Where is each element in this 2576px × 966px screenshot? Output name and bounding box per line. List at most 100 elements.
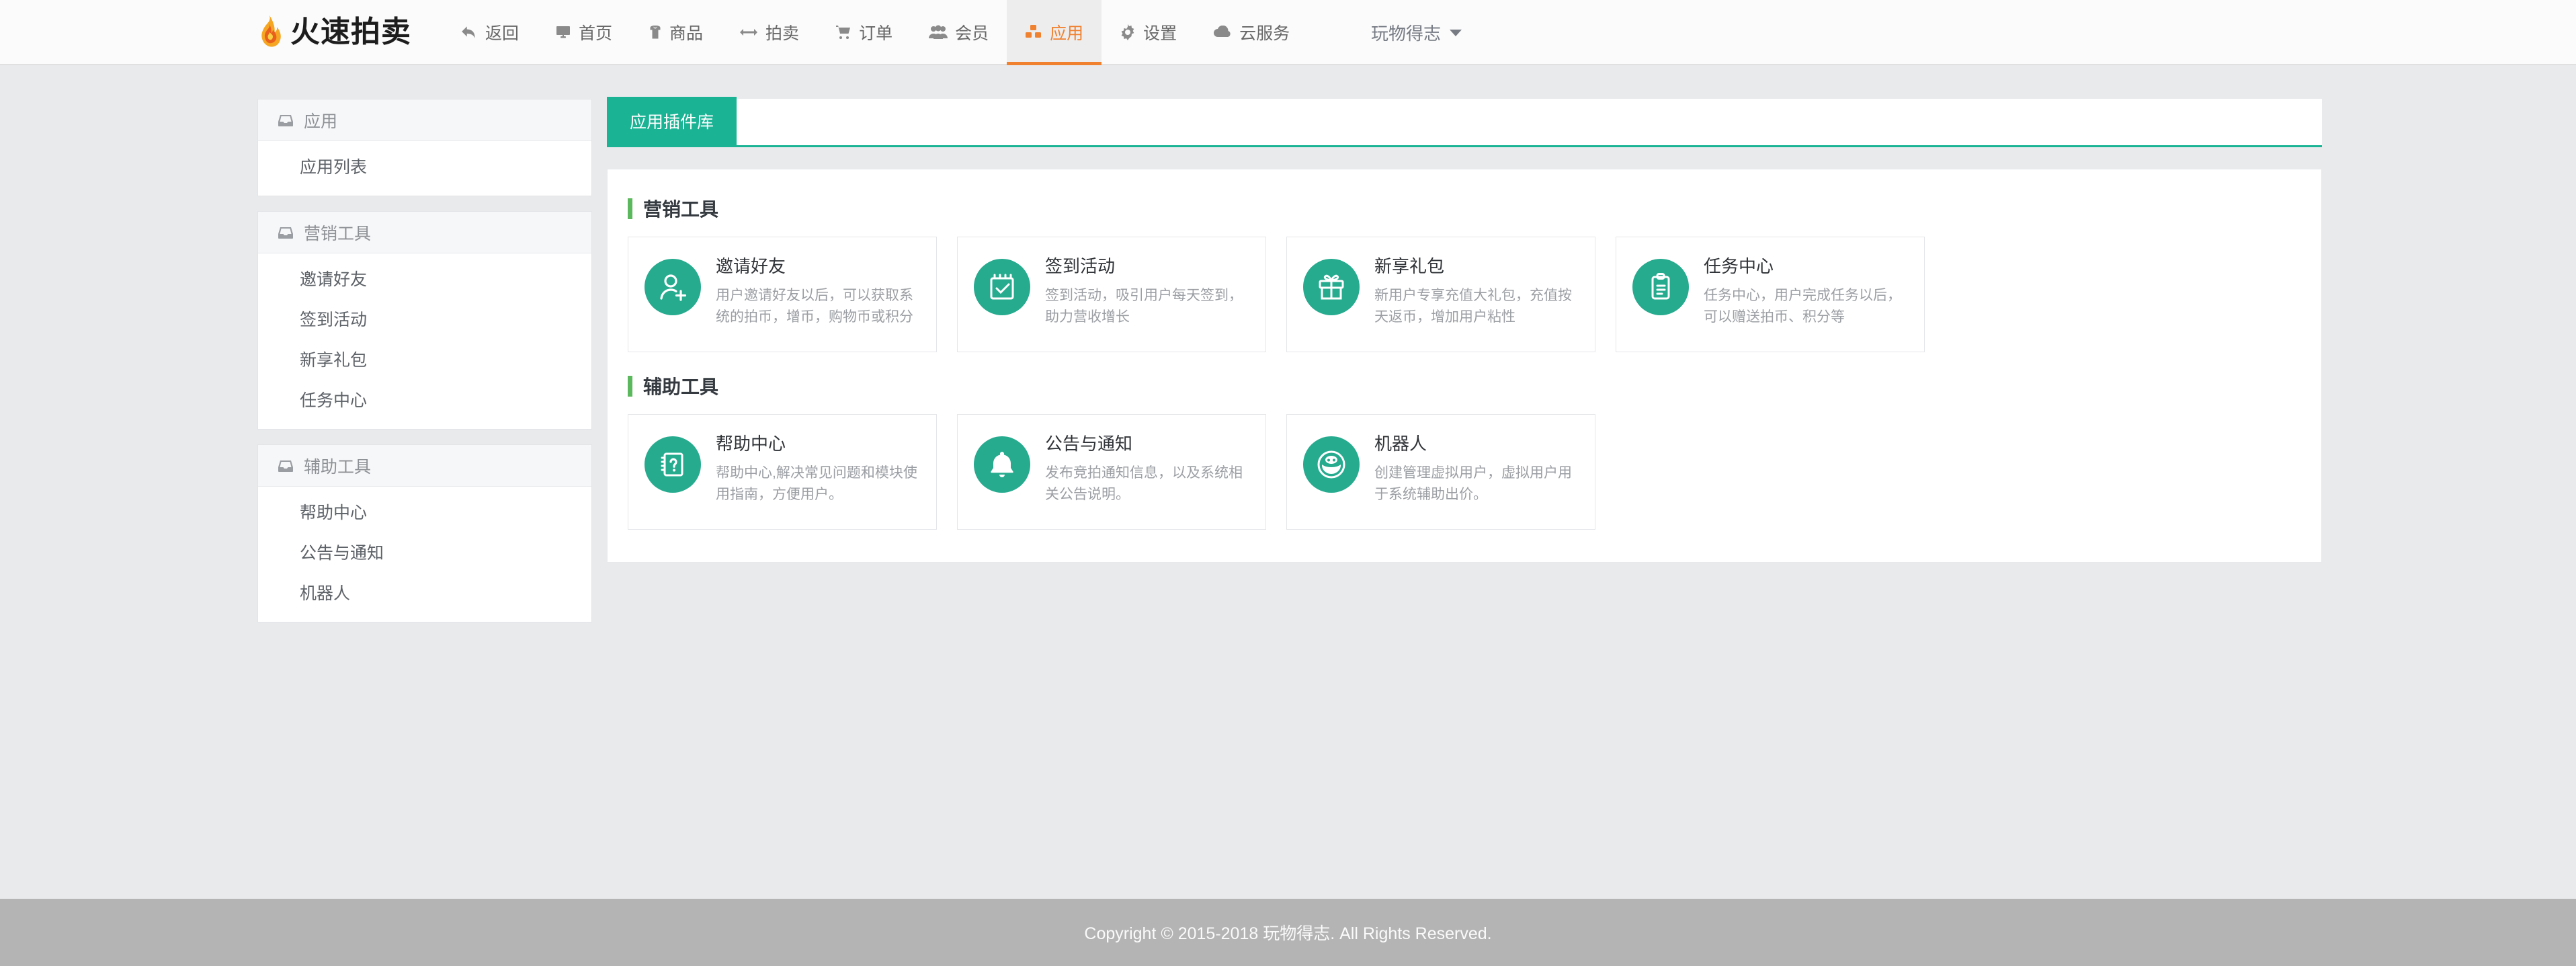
app-card-announcements[interactable]: 公告与通知 发布竞拍通知信息，以及系统相关公告说明。 (957, 414, 1266, 530)
sidebar-group-apps: 应用 应用列表 (257, 99, 592, 196)
nav-item-goods[interactable]: 商品 (630, 0, 721, 64)
card-description: 签到活动，吸引用户每天签到，助力营收增长 (1045, 288, 1243, 325)
arrows-icon (739, 26, 758, 39)
sidebar-item-invite-friends[interactable]: 邀请好友 (258, 258, 591, 298)
app-card-newcomer-gift[interactable]: 新享礼包 新用户专享充值大礼包，充值按天返币，增加用户粘性 (1286, 237, 1595, 352)
sidebar-group-title: 营销工具 (304, 224, 372, 243)
sidebar-group-header: 应用 (258, 99, 591, 141)
page-body: 应用 应用列表 营销工具 邀请好友 签到活动 新享礼包 任务中心 辅助工具 帮助… (0, 65, 2576, 897)
nav-item-settings[interactable]: 设置 (1102, 0, 1195, 64)
sidebar-group-header: 营销工具 (258, 212, 591, 253)
card-description: 帮助中心,解决常见问题和模块使用指南，方便用户。 (716, 465, 917, 503)
nav-label: 商品 (669, 24, 704, 43)
section-title-auxiliary: 辅助工具 (628, 372, 2301, 399)
chevron-down-icon (1450, 29, 1462, 36)
sidebar-item-label: 新享礼包 (300, 351, 368, 370)
sidebar-group-auxiliary: 辅助工具 帮助中心 公告与通知 机器人 (257, 444, 592, 622)
card-body: 新享礼包 新用户专享充值大礼包，充值按天返币，增加用户粘性 (1374, 255, 1579, 328)
app-card-help-center[interactable]: 帮助中心 帮助中心,解决常见问题和模块使用指南，方便用户。 (628, 414, 937, 530)
nav-item-home[interactable]: 首页 (537, 0, 630, 64)
flame-icon (261, 15, 281, 47)
nav-label: 拍卖 (765, 24, 800, 43)
gift-icon (1303, 259, 1360, 315)
card-body: 任务中心 任务中心，用户完成任务以后，可以赠送拍币、积分等 (1704, 255, 1908, 328)
card-title: 新享礼包 (1374, 256, 1445, 276)
tab-label: 应用插件库 (630, 113, 714, 132)
nav-item-members[interactable]: 会员 (911, 0, 1007, 64)
app-card-robot[interactable]: 机器人 创建管理虚拟用户，虚拟用户用于系统辅助出价。 (1286, 414, 1595, 530)
robot-face-icon (1303, 436, 1360, 493)
sidebar-item-app-list[interactable]: 应用列表 (258, 146, 591, 186)
section-title-label: 营销工具 (643, 199, 719, 220)
nav-item-orders[interactable]: 订单 (817, 0, 911, 64)
page-footer: Copyright © 2015-2018 玩物得志. All Rights R… (0, 899, 2576, 966)
question-book-icon (645, 436, 701, 493)
sidebar-group-list: 帮助中心 公告与通知 机器人 (258, 487, 591, 622)
desktop-icon (555, 24, 571, 40)
sidebar-item-label: 帮助中心 (300, 504, 368, 522)
section-title-marketing: 营销工具 (628, 195, 2301, 222)
card-body: 公告与通知 发布竞拍通知信息，以及系统相关公告说明。 (1045, 432, 1249, 506)
card-description: 用户邀请好友以后，可以获取系统的拍币，增币，购物币或积分 (716, 288, 913, 325)
top-navigation-bar: 火速拍卖 返回 首页 商品 拍卖 订单 会员 应用 设置 云服务 玩物得志 (0, 0, 2576, 65)
card-grid-auxiliary: 帮助中心 帮助中心,解决常见问题和模块使用指南，方便用户。 公告与通知 发布竞拍… (628, 414, 2301, 530)
brand-logo[interactable]: 火速拍卖 (0, 0, 427, 64)
sidebar-item-label: 任务中心 (300, 391, 368, 410)
nav-item-auction[interactable]: 拍卖 (721, 0, 817, 64)
nav-label: 订单 (859, 24, 893, 43)
sidebar-item-label: 邀请好友 (300, 270, 368, 289)
section-title-label: 辅助工具 (643, 376, 719, 397)
inbox-icon (278, 227, 293, 239)
card-title: 公告与通知 (1045, 434, 1133, 454)
users-icon (929, 25, 948, 40)
app-library-panel: 营销工具 邀请好友 用户邀请好友以后，可以获取系统的拍币，增币，购物币或积分 签… (607, 169, 2322, 563)
card-title: 任务中心 (1704, 256, 1774, 276)
sidebar-group-list: 邀请好友 签到活动 新享礼包 任务中心 (258, 253, 591, 429)
card-description: 任务中心，用户完成任务以后，可以赠送拍币、积分等 (1704, 288, 1901, 325)
app-card-checkin[interactable]: 签到活动 签到活动，吸引用户每天签到，助力营收增长 (957, 237, 1266, 352)
sidebar-item-label: 机器人 (300, 584, 351, 603)
card-body: 帮助中心 帮助中心,解决常见问题和模块使用指南，方便用户。 (716, 432, 920, 506)
sidebar-item-label: 应用列表 (300, 158, 368, 177)
nav-label: 首页 (579, 24, 613, 43)
gear-icon (1120, 24, 1136, 40)
card-body: 签到活动 签到活动，吸引用户每天签到，助力营收增长 (1045, 255, 1249, 328)
nav-label: 设置 (1143, 24, 1177, 43)
cubes-icon (1025, 24, 1042, 40)
nav-item-apps[interactable]: 应用 (1007, 0, 1102, 65)
sidebar-item-label: 公告与通知 (300, 544, 384, 563)
sidebar-item-robot[interactable]: 机器人 (258, 572, 591, 612)
clipboard-icon (1632, 259, 1689, 315)
back-arrow-icon (460, 24, 478, 41)
main-content: 应用插件库 营销工具 邀请好友 用户邀请好友以后，可以获取系统的拍币，增币，购物… (607, 97, 2322, 563)
app-card-invite-friends[interactable]: 邀请好友 用户邀请好友以后，可以获取系统的拍币，增币，购物币或积分 (628, 237, 937, 352)
cart-icon (835, 24, 851, 40)
tab-app-plugin-library[interactable]: 应用插件库 (607, 97, 737, 145)
sidebar-item-checkin[interactable]: 签到活动 (258, 298, 591, 339)
sidebar-item-label: 签到活动 (300, 311, 368, 329)
card-description: 创建管理虚拟用户，虚拟用户用于系统辅助出价。 (1374, 465, 1572, 503)
nav-label: 返回 (485, 24, 520, 43)
shirt-icon (649, 24, 662, 40)
card-title: 邀请好友 (716, 256, 786, 276)
sidebar-group-title: 应用 (304, 112, 338, 131)
card-description: 发布竞拍通知信息，以及系统相关公告说明。 (1045, 465, 1243, 503)
inbox-icon (278, 114, 293, 126)
sidebar-group-title: 辅助工具 (304, 457, 372, 477)
card-body: 机器人 创建管理虚拟用户，虚拟用户用于系统辅助出价。 (1374, 432, 1579, 506)
card-title: 签到活动 (1045, 256, 1116, 276)
card-grid-marketing: 邀请好友 用户邀请好友以后，可以获取系统的拍币，增币，购物币或积分 签到活动 签… (628, 237, 2301, 352)
sidebar-item-help-center[interactable]: 帮助中心 (258, 491, 591, 532)
sidebar-item-task-center[interactable]: 任务中心 (258, 379, 591, 419)
sidebar-item-newcomer-gift[interactable]: 新享礼包 (258, 339, 591, 379)
nav-item-cloud[interactable]: 云服务 (1195, 0, 1308, 64)
nav-label: 应用 (1050, 24, 1084, 43)
card-title: 帮助中心 (716, 434, 786, 454)
user-menu[interactable]: 玩物得志 (1371, 0, 1462, 65)
nav-item-back[interactable]: 返回 (442, 0, 537, 64)
sidebar-item-announcements[interactable]: 公告与通知 (258, 532, 591, 572)
nav-label: 会员 (955, 24, 989, 43)
calendar-check-icon (974, 259, 1030, 315)
sidebar: 应用 应用列表 营销工具 邀请好友 签到活动 新享礼包 任务中心 辅助工具 帮助… (257, 99, 592, 637)
app-card-task-center[interactable]: 任务中心 任务中心，用户完成任务以后，可以赠送拍币、积分等 (1616, 237, 1925, 352)
